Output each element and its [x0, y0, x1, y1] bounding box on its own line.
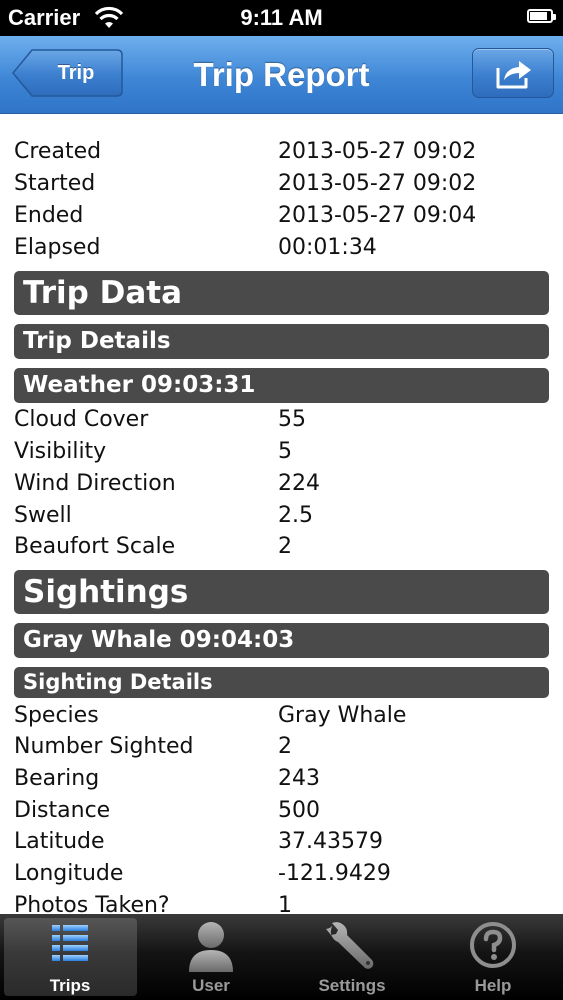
share-button[interactable]: [472, 48, 554, 98]
screen: Carrier 9:11 AM Trip Trip Report Created…: [0, 0, 563, 1000]
sighting-row: Species Gray Whale: [14, 700, 554, 732]
field-label: Wind Direction: [14, 471, 176, 496]
sighting-row: Photos Taken? 1: [14, 890, 554, 914]
help-icon: [423, 920, 563, 972]
sighting-row: Distance 500: [14, 795, 554, 827]
subsection-heading-weather: Weather 09:03:31: [14, 368, 549, 403]
trip-info-row: Started 2013-05-27 09:02: [14, 168, 554, 200]
battery-icon: [527, 9, 556, 23]
sighting-row: Number Sighted 2: [14, 731, 554, 763]
sighting-row: Bearing 243: [14, 763, 554, 795]
field-value: 224: [278, 471, 320, 496]
tab-user[interactable]: User: [141, 914, 281, 1000]
share-icon: [496, 61, 531, 89]
battery-fill: [530, 12, 547, 20]
field-value: -121.9429: [278, 861, 391, 886]
field-value: 5: [278, 439, 292, 464]
field-value: 55: [278, 407, 306, 432]
weather-row: Visibility 5: [14, 436, 554, 468]
tab-label: User: [192, 976, 230, 995]
section-heading-trip-data: Trip Data: [14, 271, 549, 315]
field-label: Cloud Cover: [14, 407, 149, 432]
field-label: Distance: [14, 798, 111, 823]
field-label: Photos Taken?: [14, 893, 170, 914]
field-label: Created: [14, 139, 102, 164]
tab-label: Settings: [318, 976, 386, 995]
section-heading-sightings: Sightings: [14, 570, 549, 614]
tab-bar: Trips User Settings Help: [0, 914, 563, 1000]
tab-label: Help: [474, 976, 512, 995]
field-label: Number Sighted: [14, 734, 194, 759]
field-value: 2: [278, 534, 292, 559]
navigation-bar: Trip Trip Report: [0, 36, 563, 114]
status-bar: Carrier 9:11 AM: [0, 0, 563, 36]
field-value: 2.5: [278, 503, 313, 528]
tab-help[interactable]: Help: [423, 914, 563, 1000]
field-value: 2013-05-27 09:04: [278, 203, 477, 228]
field-label: Longitude: [14, 861, 124, 886]
weather-row: Beaufort Scale 2: [14, 531, 554, 563]
field-label: Bearing: [14, 766, 100, 791]
field-label: Ended: [14, 203, 84, 228]
field-label: Species: [14, 703, 99, 728]
status-time: 9:11 AM: [240, 5, 323, 30]
sighting-row: Longitude -121.9429: [14, 858, 554, 890]
user-icon: [141, 920, 281, 972]
field-value: 2: [278, 734, 292, 759]
field-value: 2013-05-27 09:02: [278, 139, 477, 164]
field-label: Latitude: [14, 829, 105, 854]
field-value: Gray Whale: [278, 703, 407, 728]
tab-trips[interactable]: Trips: [0, 914, 140, 1000]
field-label: Elapsed: [14, 235, 101, 260]
weather-row: Swell 2.5: [14, 500, 554, 532]
field-value: 37.43579: [278, 829, 383, 854]
sighting-row: Latitude 37.43579: [14, 826, 554, 858]
trip-info-row: Ended 2013-05-27 09:04: [14, 200, 554, 232]
wrench-icon: [282, 920, 422, 972]
field-value: 500: [278, 798, 320, 823]
field-label: Swell: [14, 503, 72, 528]
field-label: Beaufort Scale: [14, 534, 176, 559]
weather-row: Cloud Cover 55: [14, 404, 554, 436]
weather-row: Wind Direction 224: [14, 468, 554, 500]
subsection-heading-trip-details: Trip Details: [14, 324, 549, 359]
field-label: Visibility: [14, 439, 107, 464]
list-icon: [0, 920, 140, 972]
subsection-heading-sighting: Gray Whale 09:04:03: [14, 623, 549, 658]
trip-info-row: Created 2013-05-27 09:02: [14, 136, 554, 168]
field-label: Started: [14, 171, 96, 196]
field-value: 1: [278, 893, 292, 914]
subsection-heading-sighting-details: Sighting Details: [14, 667, 549, 698]
trip-info-row: Elapsed 00:01:34: [14, 232, 554, 264]
report-content[interactable]: Created 2013-05-27 09:02 Started 2013-05…: [0, 114, 563, 914]
tab-label: Trips: [49, 976, 91, 995]
field-value: 243: [278, 766, 320, 791]
tab-settings[interactable]: Settings: [282, 914, 422, 1000]
field-value: 2013-05-27 09:02: [278, 171, 477, 196]
field-value: 00:01:34: [278, 235, 377, 260]
